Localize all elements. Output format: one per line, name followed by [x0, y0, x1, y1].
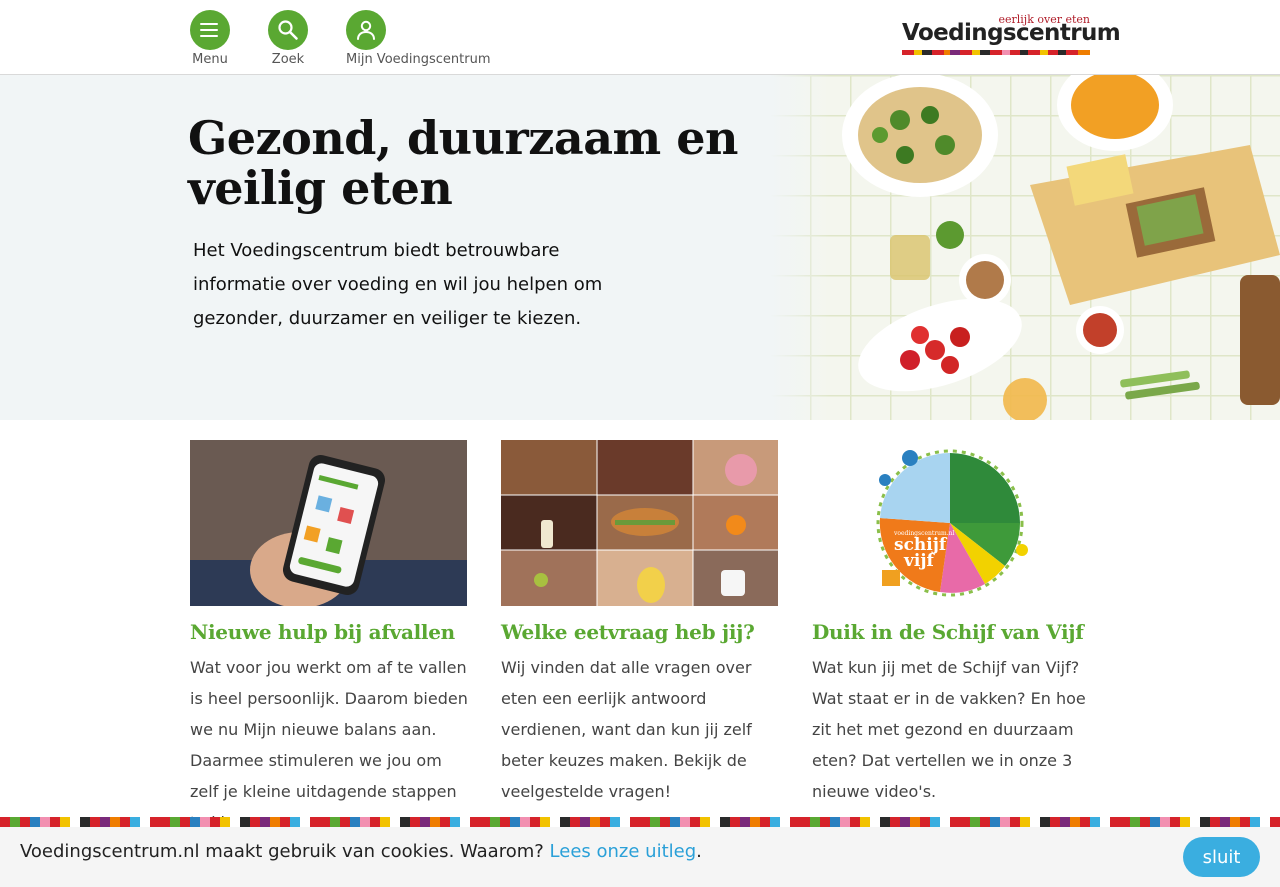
cookie-text: Voedingscentrum.nl maakt gebruik van coo…: [20, 841, 550, 862]
cookie-color-stripe: [0, 817, 1280, 827]
cookie-bar: Voedingscentrum.nl maakt gebruik van coo…: [0, 817, 1280, 887]
menu-button[interactable]: Menu: [190, 10, 230, 67]
card-title[interactable]: Duik in de Schijf van Vijf: [812, 620, 1102, 644]
hero-section: Gezond, duurzaam en veilig eten Het Voed…: [0, 75, 1280, 420]
hero-food-image: [770, 75, 1280, 420]
user-icon[interactable]: [346, 10, 386, 50]
card-text: Wat kun jij met de Schijf van Vijf? Wat …: [812, 658, 1086, 801]
hero-title-line-2: veilig eten: [188, 161, 453, 215]
card-phone-image: [190, 440, 467, 606]
voedingscentrum-logo[interactable]: eerlijk over eten Voedingscentrum: [902, 13, 1121, 55]
card-title[interactable]: Nieuwe hulp bij afvallen: [190, 620, 480, 644]
card-title[interactable]: Welke eetvraag heb jij?: [501, 620, 791, 644]
search-label: Zoek: [271, 52, 305, 67]
account-button[interactable]: Mijn Voedingscentrum: [346, 10, 491, 67]
menu-label: Menu: [192, 52, 228, 67]
card-text: Wij vinden dat alle vragen over eten een…: [501, 658, 752, 801]
search-icon[interactable]: [268, 10, 308, 50]
cookie-explanation-link[interactable]: Lees onze uitleg: [550, 841, 697, 862]
card-eating-collage-image: [501, 440, 778, 606]
card-afvallen[interactable]: Nieuwe hulp bij afvallen Wat voor jou we…: [190, 440, 480, 838]
search-button[interactable]: Zoek: [268, 10, 308, 67]
cookie-period: .: [696, 841, 702, 862]
hamburger-icon[interactable]: [190, 10, 230, 50]
card-schijf-van-vijf[interactable]: voedingscentrum.nl schijf vijf Duik in d…: [812, 440, 1102, 807]
cookie-message: Voedingscentrum.nl maakt gebruik van coo…: [20, 841, 702, 862]
cookie-close-button[interactable]: sluit: [1183, 837, 1260, 877]
hero-title-line-1: Gezond, duurzaam en: [188, 111, 738, 165]
card-text: Wat voor jou werkt om af te vallen is he…: [190, 658, 468, 832]
logo-wordmark: Voedingscentrum: [902, 20, 1121, 46]
site-header: Menu Zoek Mijn Voedingscentrum eerlijk o…: [0, 0, 1280, 75]
card-eetvraag[interactable]: Welke eetvraag heb jij? Wij vinden dat a…: [501, 440, 791, 807]
account-label: Mijn Voedingscentrum: [346, 52, 491, 67]
hero-title: Gezond, duurzaam en veilig eten: [188, 113, 748, 213]
logo-color-stripe: [902, 50, 1090, 55]
disc-text-vijf: vijf: [903, 551, 935, 571]
hero-intro: Het Voedingscentrum biedt betrouwbare in…: [193, 240, 603, 329]
schijf-van-vijf-disc-image: voedingscentrum.nl schijf vijf: [812, 440, 1089, 606]
